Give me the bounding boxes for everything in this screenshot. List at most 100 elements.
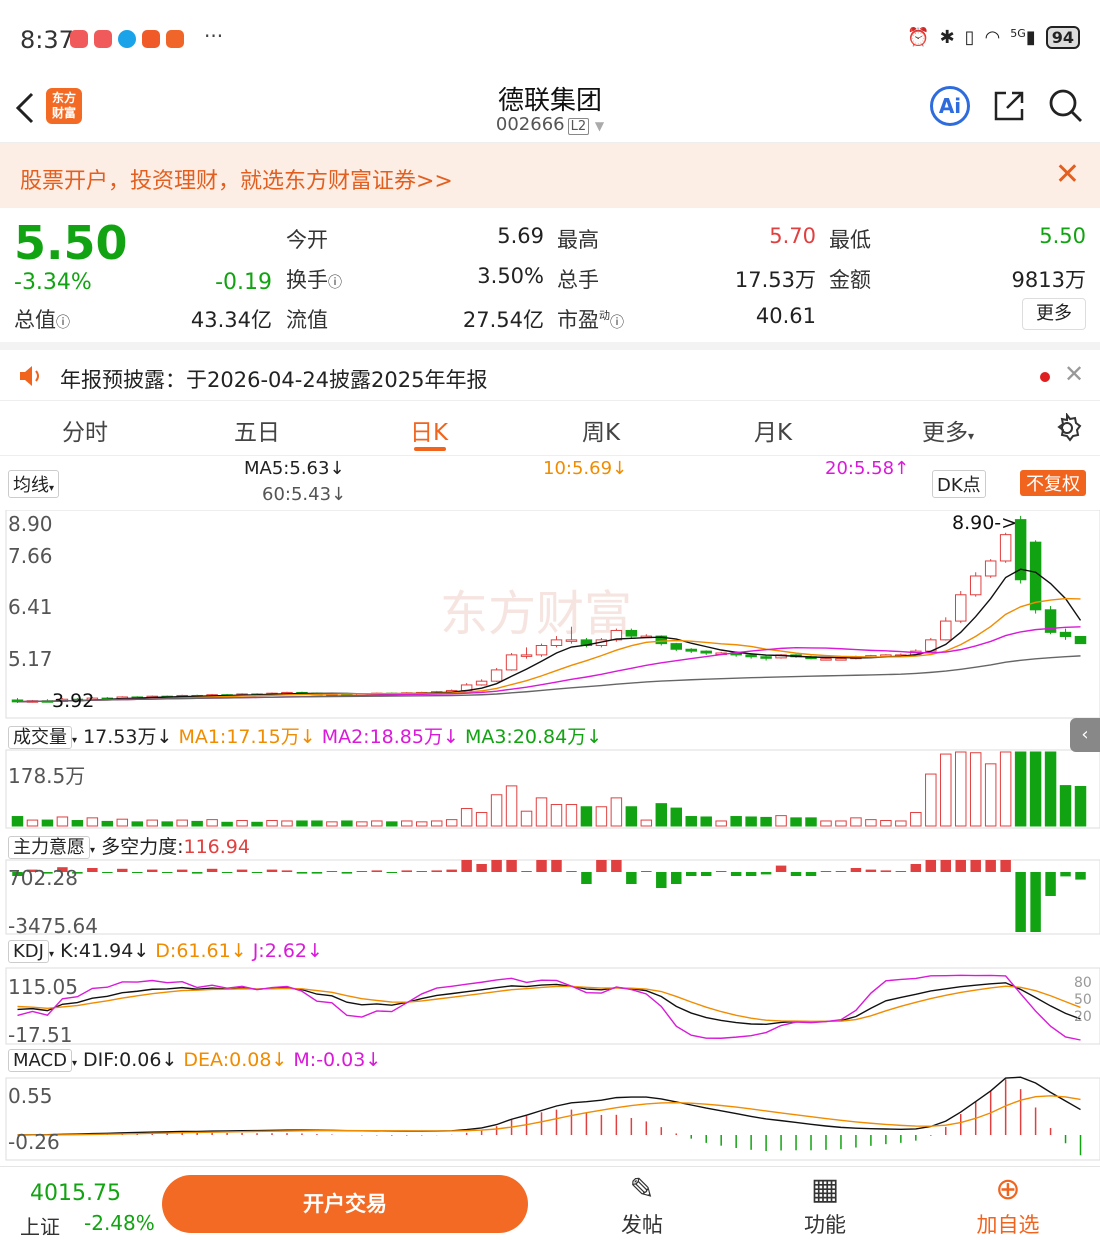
volume-bar bbox=[565, 804, 578, 827]
tab-weekly-k[interactable]: 周K bbox=[582, 413, 620, 447]
force-bar bbox=[671, 872, 682, 884]
ai-assistant-icon[interactable]: Ai bbox=[930, 86, 970, 126]
volume-bar bbox=[430, 820, 443, 827]
force-axis-max: 702.28 bbox=[8, 866, 78, 890]
open-account-trade-button[interactable]: 开户交易 bbox=[162, 1175, 528, 1233]
volume-bar bbox=[236, 820, 248, 827]
volume-bar bbox=[116, 818, 129, 827]
adjust-button[interactable]: 不复权 bbox=[1020, 470, 1086, 496]
search-icon[interactable] bbox=[1048, 88, 1084, 124]
force-bar bbox=[955, 860, 966, 872]
volume-bar bbox=[191, 820, 203, 827]
kline-indicator-bar: 均线▾ MA5:5.63↓ 60:5.43↓ 10:5.69↓ 20:5.58↑… bbox=[0, 456, 1100, 510]
more-quote-button[interactable]: 更多 bbox=[1022, 298, 1086, 330]
pe-label[interactable]: 市盈动ⓘ bbox=[557, 304, 624, 334]
tab-intraday[interactable]: 分时 bbox=[62, 413, 108, 447]
function-button[interactable]: ▦ 功能 bbox=[780, 1173, 870, 1239]
volume-bar bbox=[41, 819, 54, 827]
high-value: 5.70 bbox=[769, 224, 816, 248]
force-bar bbox=[970, 860, 981, 872]
ma-selector[interactable]: 均线▾ bbox=[8, 470, 60, 498]
volume-bar bbox=[550, 804, 563, 827]
volume-bar bbox=[760, 816, 772, 827]
force-bar bbox=[401, 870, 413, 872]
add-circle-icon: ⊕ bbox=[995, 1172, 1021, 1207]
open-label: 今开 bbox=[286, 228, 328, 252]
candle-body bbox=[835, 658, 847, 661]
app-notification-icon bbox=[118, 30, 136, 48]
volume-axis-max: 178.5万 bbox=[8, 764, 86, 788]
close-icon[interactable]: ✕ bbox=[1064, 360, 1084, 388]
candle-body bbox=[760, 656, 772, 659]
grid-icon: ▦ bbox=[810, 1172, 840, 1207]
index-change[interactable]: -2.48% bbox=[84, 1211, 155, 1235]
force-bar bbox=[745, 872, 757, 876]
tab-daily-k[interactable]: 日K bbox=[410, 413, 448, 447]
turnover-label[interactable]: 换手ⓘ bbox=[286, 264, 342, 294]
force-bar bbox=[191, 872, 203, 874]
active-tab-indicator bbox=[414, 447, 446, 451]
info-icon[interactable]: ⓘ bbox=[328, 275, 342, 291]
system-icons: ⏰ ✱ ▯ ◠ 5G▮ 94 bbox=[907, 26, 1080, 49]
close-icon[interactable]: ✕ bbox=[1055, 157, 1080, 192]
volume-header[interactable]: 成交量 ▾ 17.53万↓ MA1:17.15万↓ MA2:18.85万↓ MA3… bbox=[8, 722, 602, 749]
force-bar bbox=[251, 872, 263, 873]
ma5-value: MA5:5.63↓ bbox=[244, 458, 345, 479]
open-value: 5.69 bbox=[497, 224, 544, 248]
more-notifications-icon: ··· bbox=[204, 24, 224, 48]
back-icon[interactable] bbox=[12, 88, 42, 128]
add-watchlist-button[interactable]: ⊕ 加自选 bbox=[963, 1173, 1053, 1239]
tab-five-day[interactable]: 五日 bbox=[234, 413, 280, 447]
chevron-down-icon: ▾ bbox=[49, 483, 55, 494]
volume-bar bbox=[221, 821, 233, 827]
notice-text[interactable]: 年报预披露：于2026-04-24披露2025年年报 bbox=[60, 364, 487, 394]
force-bar bbox=[176, 869, 188, 872]
dk-point-button[interactable]: DK点 bbox=[932, 470, 986, 498]
volume-bar bbox=[670, 807, 683, 827]
volume-bar bbox=[655, 803, 668, 827]
ma20-value: 20:5.58↑ bbox=[825, 458, 910, 479]
change-amount: -0.19 bbox=[215, 270, 272, 295]
quote-panel: 5.50 -3.34% -0.19 今开 5.69 最高 5.70 最低 5.5… bbox=[0, 208, 1100, 342]
force-bar bbox=[656, 872, 667, 888]
force-header[interactable]: 主力意愿 ▾ 多空力度:116.94 bbox=[8, 832, 250, 859]
promo-text[interactable]: 股票开户，投资理财，就选东方财富证券>> bbox=[20, 163, 453, 195]
collapse-panel-button[interactable]: ‹ bbox=[1070, 718, 1100, 752]
info-icon[interactable]: ⓘ bbox=[56, 315, 70, 331]
force-bar bbox=[715, 871, 727, 872]
mktcap-label[interactable]: 总值ⓘ bbox=[14, 304, 70, 334]
index-value[interactable]: 4015.75 bbox=[30, 1181, 121, 1206]
app-notification-icon bbox=[166, 30, 184, 48]
force-bar bbox=[1045, 872, 1056, 896]
volume-bar bbox=[161, 821, 173, 827]
tab-monthly-k[interactable]: 月K bbox=[754, 413, 792, 447]
volume-bar bbox=[535, 797, 548, 827]
volume-bar bbox=[131, 821, 144, 827]
stock-code[interactable]: 002666 L2 ▼ bbox=[400, 114, 700, 135]
notification-icons bbox=[70, 30, 184, 48]
change-percent: -3.34% bbox=[14, 270, 92, 295]
notice-bar[interactable]: 年报预披露：于2026-04-24披露2025年年报 ✕ bbox=[0, 342, 1100, 400]
tab-more[interactable]: 更多▾ bbox=[922, 413, 974, 447]
stock-name[interactable]: 德联集团 bbox=[400, 80, 700, 117]
ma60-line bbox=[17, 655, 1081, 703]
macd-header[interactable]: MACD ▾ DIF:0.06↓ DEA:0.08↓ M:-0.03↓ bbox=[8, 1049, 381, 1072]
volume-bar bbox=[311, 820, 323, 827]
kdj-d-line bbox=[17, 985, 1081, 1023]
kdj-header[interactable]: KDJ ▾ K:41.94↓ D:61.61↓ J:2.62↓ bbox=[8, 940, 323, 963]
index-name[interactable]: 上证 bbox=[20, 1211, 60, 1240]
promo-banner[interactable]: 股票开户，投资理财，就选东方财富证券>> ✕ bbox=[0, 142, 1100, 208]
force-bar bbox=[117, 868, 128, 872]
force-bar bbox=[341, 872, 353, 874]
chevron-down-icon: ▾ bbox=[71, 1058, 77, 1069]
volume-bar bbox=[326, 821, 338, 827]
edit-icon: ✎ bbox=[629, 1172, 655, 1207]
post-button[interactable]: ✎ 发帖 bbox=[597, 1173, 687, 1239]
share-icon[interactable] bbox=[992, 89, 1026, 123]
settings-icon[interactable] bbox=[1052, 413, 1082, 443]
unread-dot bbox=[1040, 372, 1050, 382]
status-bar: 8:37 ··· ⏰ ✱ ▯ ◠ 5G▮ 94 bbox=[0, 0, 1100, 78]
info-icon[interactable]: ⓘ bbox=[610, 315, 624, 331]
volume-bar bbox=[1029, 751, 1042, 827]
volume-bar bbox=[475, 812, 488, 827]
